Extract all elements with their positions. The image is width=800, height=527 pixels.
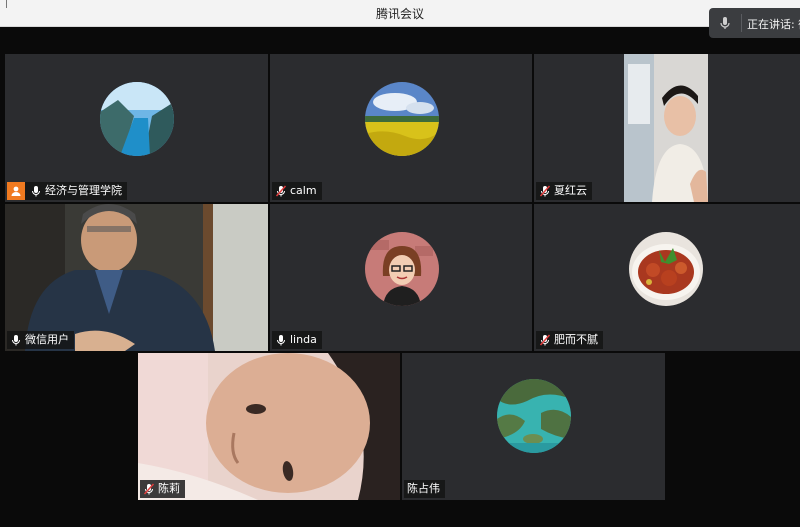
muted-microphone-icon bbox=[275, 185, 287, 197]
title-bar: 腾讯会议 bbox=[0, 0, 800, 27]
participant-tile[interactable]: 陈莉 bbox=[138, 353, 400, 500]
cartoon-woman-avatar bbox=[365, 232, 439, 306]
participant-name: 陈莉 bbox=[158, 482, 180, 495]
participant-nametag: 陈莉 bbox=[140, 480, 185, 498]
participant-tile-speaking[interactable]: 微信用户 bbox=[5, 204, 268, 351]
window-title: 腾讯会议 bbox=[375, 7, 424, 21]
speaking-indicator[interactable]: 正在讲话: 微 bbox=[709, 8, 800, 38]
participant-name: 微信用户 bbox=[25, 333, 69, 346]
braised-pork-dish-avatar bbox=[629, 232, 703, 306]
participant-nametag: 肥而不腻 bbox=[536, 331, 603, 349]
participant-name: linda bbox=[290, 333, 317, 346]
participant-name: 肥而不腻 bbox=[554, 333, 598, 346]
participant-name: 陈占伟 bbox=[407, 482, 440, 495]
participant-name: 夏红云 bbox=[554, 184, 587, 197]
island-bay-avatar bbox=[497, 379, 571, 453]
camera-video bbox=[5, 204, 268, 351]
participant-name: 经济与管理学院 bbox=[45, 184, 122, 197]
participant-nametag: 陈占伟 bbox=[404, 480, 445, 498]
divider bbox=[741, 14, 742, 32]
participant-tile[interactable]: linda bbox=[270, 204, 532, 351]
rapeseed-field-avatar bbox=[365, 82, 439, 156]
microphone-icon bbox=[277, 335, 285, 346]
camera-video bbox=[138, 353, 400, 500]
participant-tile[interactable]: 经济与管理学院 bbox=[5, 54, 268, 202]
camera-video bbox=[624, 54, 708, 202]
microphone-icon bbox=[720, 17, 730, 29]
participant-nametag: calm bbox=[272, 182, 322, 200]
microphone-icon bbox=[32, 186, 40, 197]
participant-nametag: linda bbox=[272, 331, 322, 349]
participant-tile[interactable]: calm bbox=[270, 54, 532, 202]
speaking-label: 正在讲话: 微 bbox=[747, 18, 800, 31]
fjord-landscape-avatar bbox=[100, 82, 174, 156]
participant-tile[interactable]: 陈占伟 bbox=[402, 353, 665, 500]
muted-microphone-icon bbox=[143, 483, 155, 495]
microphone-icon bbox=[12, 335, 20, 346]
host-badge bbox=[7, 182, 25, 200]
muted-microphone-icon bbox=[539, 334, 551, 346]
participant-tile[interactable]: 肥而不腻 bbox=[534, 204, 800, 351]
user-icon bbox=[11, 186, 21, 196]
participant-tile[interactable]: 夏红云 bbox=[534, 54, 800, 202]
participant-nametag: 夏红云 bbox=[536, 182, 592, 200]
participant-nametag: 微信用户 bbox=[7, 331, 74, 349]
participant-name: calm bbox=[290, 184, 317, 197]
participant-nametag: 经济与管理学院 bbox=[7, 182, 127, 200]
muted-microphone-icon bbox=[539, 185, 551, 197]
